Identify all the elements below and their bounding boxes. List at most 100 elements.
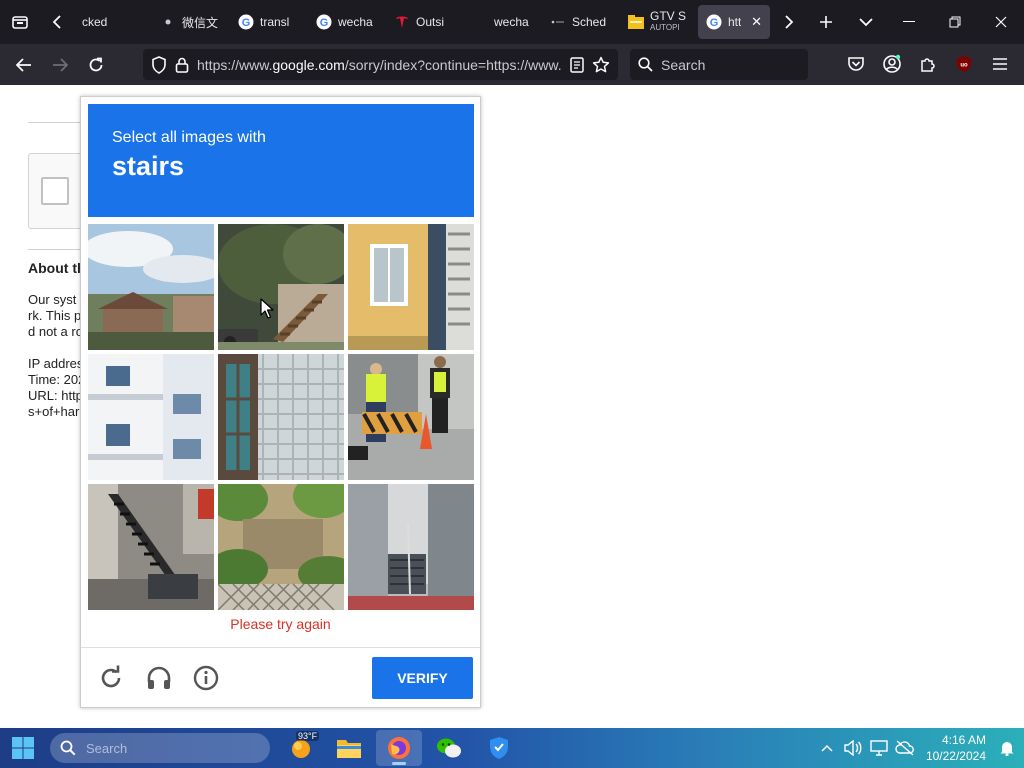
image-grid — [88, 224, 474, 610]
help-button[interactable] — [192, 664, 220, 692]
show-hidden-icons-button[interactable] — [816, 728, 838, 768]
tile-tree-stairs[interactable] — [218, 224, 344, 350]
weather-temperature: 93°F — [296, 731, 320, 741]
schedule-icon — [550, 14, 566, 30]
reload-challenge-button[interactable] — [97, 664, 125, 692]
tile-white-building[interactable] — [88, 354, 214, 480]
system-tray: 4:16 AM 10/22/2024 — [816, 728, 1018, 768]
audio-challenge-button[interactable] — [145, 664, 173, 692]
tracking-protection-icon[interactable] — [151, 55, 167, 74]
ip-address-line: IP addres — [28, 356, 84, 371]
tile-image — [218, 354, 344, 480]
url-bar[interactable]: https://www.google.com/sorry/index?conti… — [143, 49, 618, 80]
clock[interactable]: 4:16 AM 10/22/2024 — [920, 732, 992, 764]
chevron-down-icon — [859, 18, 873, 27]
volume-button[interactable] — [842, 728, 864, 768]
security-app[interactable] — [476, 730, 522, 766]
recaptcha-checkbox[interactable] — [41, 177, 69, 205]
lock-icon[interactable] — [175, 57, 189, 73]
wechat-article-icon — [160, 14, 176, 30]
divider — [28, 249, 88, 250]
app-menu-button[interactable] — [982, 48, 1018, 80]
windows-logo-icon — [12, 737, 34, 759]
google-icon: G — [316, 14, 332, 30]
tile-yellow-wall-stairs[interactable] — [348, 224, 474, 350]
list-all-tabs-button[interactable] — [846, 0, 886, 44]
wechat-app[interactable] — [426, 730, 472, 766]
start-button[interactable] — [8, 734, 38, 762]
tab-scroll-right-button[interactable] — [772, 0, 806, 44]
tile-sky-house[interactable] — [88, 224, 214, 350]
tile-image — [218, 224, 344, 350]
tab-title: Sched — [572, 15, 607, 29]
search-bar[interactable]: Search — [630, 49, 808, 80]
tab-3[interactable]: G transl — [230, 5, 306, 39]
back-button[interactable] — [6, 49, 42, 81]
verify-button[interactable]: VERIFY — [372, 657, 473, 699]
ublock-button[interactable]: uo — [946, 48, 982, 80]
chevron-up-icon — [821, 744, 833, 752]
bell-icon — [1000, 742, 1014, 756]
tab-4[interactable]: G wecha — [308, 5, 384, 39]
tile-image — [88, 224, 214, 350]
tab-5[interactable]: Outsi — [386, 5, 462, 39]
paragraph-line-3: d not a ro — [28, 324, 83, 339]
folder-icon — [628, 14, 644, 30]
tab-8[interactable]: GTV S AUTOPI — [620, 5, 696, 39]
reload-icon — [89, 57, 103, 71]
svg-text:G: G — [242, 17, 251, 29]
url-prefix: https://www. — [197, 56, 273, 73]
time-line: Time: 202 — [28, 372, 86, 387]
tab-scroll-left-button[interactable] — [40, 0, 74, 44]
tab-active[interactable]: G htt ✕ — [698, 5, 770, 39]
file-explorer-app[interactable] — [326, 730, 372, 766]
tab-6[interactable]: wecha — [464, 5, 540, 39]
chevron-right-icon — [785, 15, 794, 29]
error-message: Please try again — [230, 616, 331, 632]
reload-button[interactable] — [78, 49, 114, 81]
tile-entrance-stairs[interactable] — [348, 484, 474, 610]
forward-button[interactable] — [42, 49, 78, 81]
shield-icon — [490, 737, 508, 759]
extensions-button[interactable] — [910, 48, 946, 80]
svg-text:G: G — [320, 17, 329, 29]
close-icon — [995, 16, 1007, 28]
google-icon: G — [238, 14, 254, 30]
tab-2[interactable]: 微信文 — [152, 5, 228, 39]
firefox-view-button[interactable] — [0, 0, 40, 44]
minimize-button[interactable] — [886, 0, 932, 44]
new-tab-button[interactable] — [806, 0, 846, 44]
restore-button[interactable] — [932, 0, 978, 44]
plus-icon — [820, 16, 832, 28]
url-text[interactable]: https://www.google.com/sorry/index?conti… — [197, 57, 562, 73]
notifications-button[interactable] — [996, 728, 1018, 768]
about-heading: About th — [28, 260, 86, 276]
bookmark-star-icon[interactable] — [592, 56, 610, 74]
firefox-app[interactable] — [376, 730, 422, 766]
search-icon — [638, 57, 653, 72]
tab-1[interactable]: cked — [74, 5, 150, 39]
tile-glass-facade[interactable] — [218, 354, 344, 480]
folder-icon — [337, 740, 361, 758]
wechat-icon — [437, 738, 461, 758]
url-line: URL: http — [28, 388, 83, 403]
paragraph-line-2: rk. This p — [28, 308, 82, 323]
tab-title: 微信文 — [182, 15, 219, 30]
tab-7[interactable]: Sched — [542, 5, 618, 39]
tile-bushes-fence[interactable] — [218, 484, 344, 610]
tab-title: cked — [82, 15, 108, 29]
reader-view-icon[interactable] — [570, 56, 584, 73]
tile-image — [348, 354, 474, 480]
display-button[interactable] — [868, 728, 890, 768]
taskbar-search[interactable]: Search — [50, 733, 270, 763]
close-window-button[interactable] — [978, 0, 1024, 44]
tab-title: wecha — [494, 15, 529, 29]
onedrive-button[interactable] — [894, 728, 916, 768]
pocket-button[interactable] — [838, 48, 874, 80]
tile-workers-barrier[interactable] — [348, 354, 474, 480]
challenge-header: Select all images with stairs — [88, 104, 474, 217]
account-button[interactable] — [874, 48, 910, 80]
close-tab-icon[interactable]: ✕ — [751, 14, 762, 30]
tile-fire-escape[interactable] — [88, 484, 214, 610]
recaptcha-widget — [28, 153, 88, 229]
